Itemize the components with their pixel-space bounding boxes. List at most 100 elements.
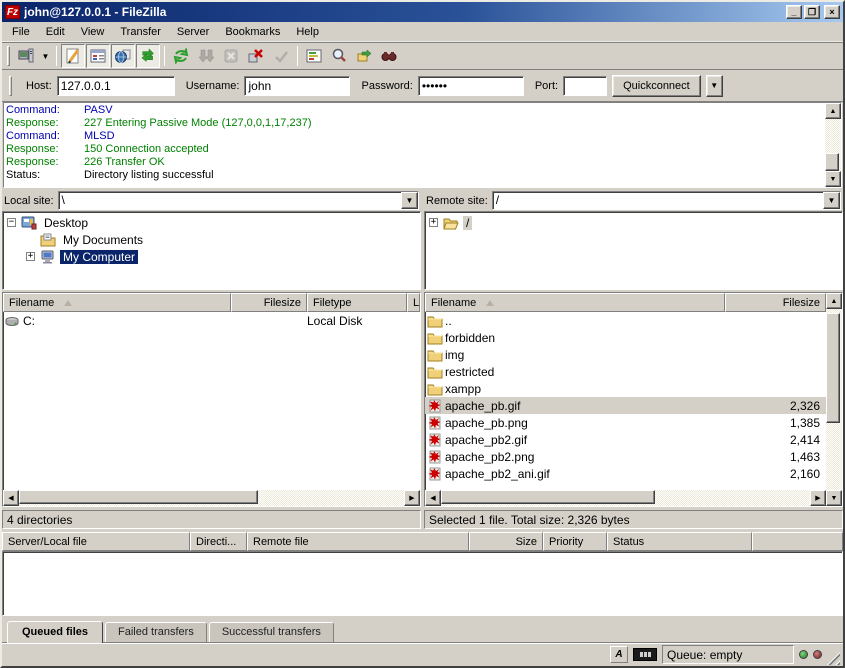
minimize-button[interactable]: _ xyxy=(786,5,802,19)
scroll-left-icon[interactable]: ◀ xyxy=(425,490,441,506)
scrollbar-thumb[interactable] xyxy=(825,153,839,171)
combo-dropdown-icon[interactable]: ▼ xyxy=(401,192,418,209)
toggle-log-button[interactable] xyxy=(61,44,85,68)
menu-view[interactable]: View xyxy=(73,24,113,40)
scrollbar-thumb[interactable] xyxy=(19,490,258,504)
scroll-down-icon[interactable]: ▼ xyxy=(825,171,841,187)
column-header-filename[interactable]: Filename xyxy=(3,293,231,312)
tree-label-selected[interactable]: / xyxy=(463,216,472,230)
menu-server[interactable]: Server xyxy=(169,24,217,40)
column-header-filetype[interactable]: Filetype xyxy=(307,293,407,312)
local-site-combo[interactable]: \ ▼ xyxy=(58,191,419,210)
menu-help[interactable]: Help xyxy=(288,24,327,40)
list-item-file[interactable]: apache_pb.png 1,385 xyxy=(425,414,826,431)
column-header-remote-file[interactable]: Remote file xyxy=(247,532,469,551)
toolbar-grip[interactable] xyxy=(7,46,10,66)
toggle-local-tree-button[interactable] xyxy=(86,44,110,68)
local-tree[interactable]: Desktop My Documents My Computer xyxy=(2,211,421,290)
maximize-button[interactable]: ❐ xyxy=(804,5,820,19)
quickconnect-dropdown[interactable]: ▼ xyxy=(706,75,723,97)
remote-horizontal-scrollbar[interactable]: ◀ ▶ xyxy=(425,490,826,506)
sync-browsing-button[interactable] xyxy=(352,44,376,68)
port-input[interactable] xyxy=(563,76,607,96)
list-item-file-selected[interactable]: apache_pb.gif 2,326 xyxy=(425,397,826,414)
column-header-priority[interactable]: Priority xyxy=(543,532,607,551)
disconnect-button[interactable] xyxy=(244,44,268,68)
site-manager-button[interactable] xyxy=(14,44,38,68)
scroll-right-icon[interactable]: ▶ xyxy=(810,490,826,506)
scroll-right-icon[interactable]: ▶ xyxy=(404,490,420,506)
expand-icon[interactable] xyxy=(26,252,35,261)
collapse-icon[interactable] xyxy=(7,218,16,227)
tree-item-my-documents[interactable]: My Documents xyxy=(5,231,420,248)
column-header-size[interactable]: Size xyxy=(469,532,543,551)
username-input[interactable] xyxy=(244,76,350,96)
tree-item-my-computer[interactable]: My Computer xyxy=(5,248,420,265)
expand-icon[interactable] xyxy=(429,218,438,227)
column-header-filesize[interactable]: Filesize xyxy=(725,293,826,312)
menu-bookmarks[interactable]: Bookmarks xyxy=(217,24,288,40)
quickbar-grip[interactable] xyxy=(9,76,12,96)
resize-grip[interactable] xyxy=(827,652,840,665)
tree-label[interactable]: Desktop xyxy=(41,216,91,230)
menu-file[interactable]: File xyxy=(4,24,38,40)
tree-label[interactable]: My Documents xyxy=(60,233,146,247)
column-header-status[interactable]: Status xyxy=(607,532,752,551)
ascii-transfer-type-icon[interactable]: A xyxy=(610,646,628,663)
title-bar[interactable]: Fz john@127.0.0.1 - FileZilla _ ❐ × xyxy=(2,2,843,22)
column-header-filesize[interactable]: Filesize xyxy=(231,293,307,312)
menu-edit[interactable]: Edit xyxy=(38,24,73,40)
list-item-c-drive[interactable]: C: Local Disk xyxy=(3,312,420,329)
queue-body[interactable] xyxy=(2,551,843,616)
tree-item-root[interactable]: / xyxy=(427,214,842,231)
remote-tree[interactable]: / xyxy=(424,211,843,290)
reconnect-button[interactable] xyxy=(269,44,293,68)
menu-transfer[interactable]: Transfer xyxy=(112,24,169,40)
list-item-folder[interactable]: .. xyxy=(425,312,826,329)
close-button[interactable]: × xyxy=(824,5,840,19)
list-item-file[interactable]: apache_pb2.png 1,463 xyxy=(425,448,826,465)
cancel-operation-button[interactable] xyxy=(219,44,243,68)
remote-vertical-scrollbar[interactable]: ▲ ▼ xyxy=(826,293,842,506)
send-indicator-light xyxy=(813,650,822,659)
list-item-folder[interactable]: forbidden xyxy=(425,329,826,346)
local-list-body[interactable]: C: Local Disk xyxy=(3,312,420,490)
find-files-button[interactable] xyxy=(377,44,401,68)
column-header-direction[interactable]: Directi... xyxy=(190,532,247,551)
column-header-server-local-file[interactable]: Server/Local file xyxy=(2,532,190,551)
scroll-down-icon[interactable]: ▼ xyxy=(826,490,842,506)
host-input[interactable] xyxy=(57,76,175,96)
column-header-lastmodified[interactable]: L xyxy=(407,293,420,312)
remote-site-combo[interactable]: / ▼ xyxy=(492,191,841,210)
tree-label-selected[interactable]: My Computer xyxy=(60,250,138,264)
toggle-remote-tree-button[interactable] xyxy=(111,44,135,68)
scroll-left-icon[interactable]: ◀ xyxy=(3,490,19,506)
scrollbar-thumb[interactable] xyxy=(826,313,840,423)
log-vertical-scrollbar[interactable]: ▲ ▼ xyxy=(825,103,841,187)
quickconnect-button[interactable]: Quickconnect xyxy=(612,75,701,97)
scroll-up-icon[interactable]: ▲ xyxy=(825,103,841,119)
tab-queued-files[interactable]: Queued files xyxy=(7,621,103,643)
list-item-folder[interactable]: restricted xyxy=(425,363,826,380)
process-queue-button[interactable] xyxy=(194,44,218,68)
local-horizontal-scrollbar[interactable]: ◀ ▶ xyxy=(3,490,420,506)
list-item-folder[interactable]: xampp xyxy=(425,380,826,397)
filter-button[interactable] xyxy=(302,44,326,68)
combo-dropdown-icon[interactable]: ▼ xyxy=(823,192,840,209)
scrollbar-thumb[interactable] xyxy=(441,490,655,504)
scroll-up-icon[interactable]: ▲ xyxy=(826,293,842,309)
tab-failed-transfers[interactable]: Failed transfers xyxy=(105,622,207,642)
password-input[interactable] xyxy=(418,76,524,96)
column-header-filename[interactable]: Filename xyxy=(425,293,725,312)
toggle-local-tree-icon xyxy=(90,48,106,64)
remote-list-body[interactable]: .. forbidden img restricted xyxy=(425,312,826,490)
tab-successful-transfers[interactable]: Successful transfers xyxy=(209,622,334,642)
list-item-file[interactable]: apache_pb2_ani.gif 2,160 xyxy=(425,465,826,482)
toggle-queue-button[interactable] xyxy=(136,44,160,68)
list-item-file[interactable]: apache_pb2.gif 2,414 xyxy=(425,431,826,448)
site-manager-dropdown[interactable]: ▼ xyxy=(39,44,52,68)
compare-button[interactable] xyxy=(327,44,351,68)
tree-item-desktop[interactable]: Desktop xyxy=(5,214,420,231)
list-item-folder[interactable]: img xyxy=(425,346,826,363)
refresh-button[interactable] xyxy=(169,44,193,68)
